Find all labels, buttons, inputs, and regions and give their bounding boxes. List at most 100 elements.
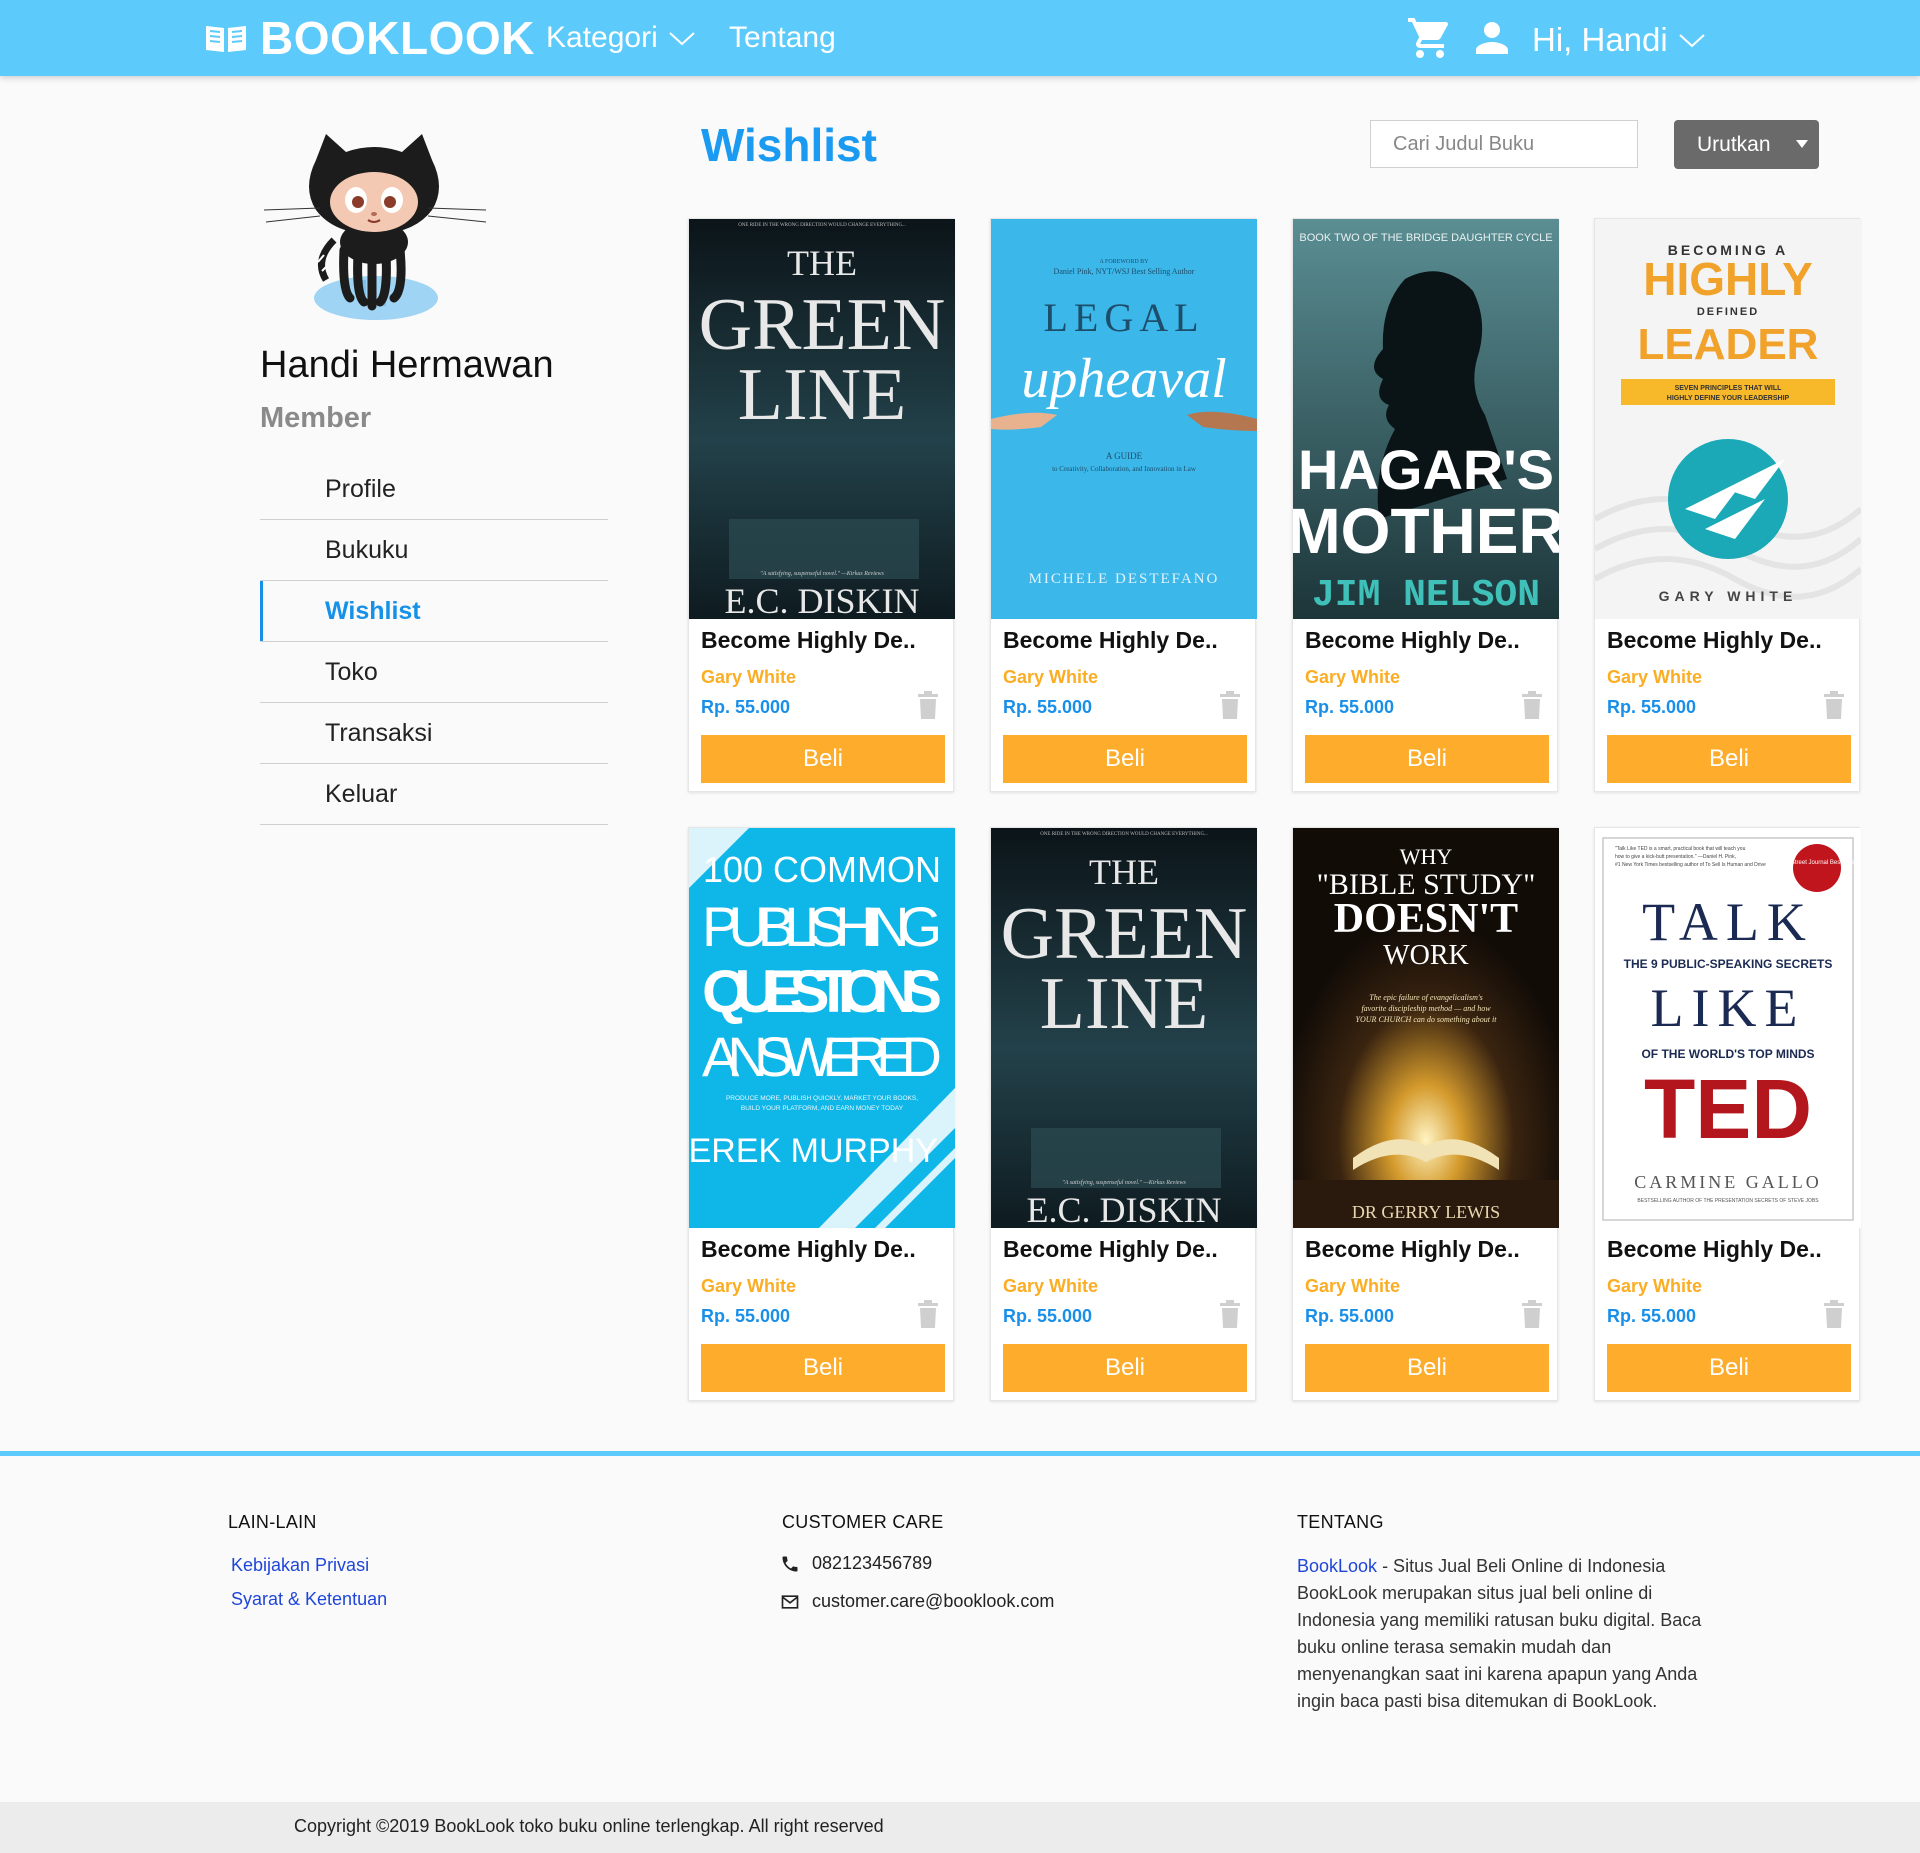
nav-kategori[interactable]: Kategori xyxy=(546,20,696,56)
cover-text: WHY xyxy=(1400,844,1453,869)
cover-text: LINE xyxy=(738,354,907,436)
cart-icon[interactable] xyxy=(1406,14,1454,62)
sort-dropdown[interactable]: Urutkan xyxy=(1674,120,1819,169)
buy-button[interactable]: Beli xyxy=(1607,1344,1851,1392)
buy-button[interactable]: Beli xyxy=(1305,735,1549,783)
sidebar-item-keluar[interactable]: Keluar xyxy=(260,764,608,825)
sidebar-item-toko[interactable]: Toko xyxy=(260,642,608,703)
book-title[interactable]: Become Highly De.. xyxy=(701,1236,916,1263)
trash-icon[interactable] xyxy=(1521,691,1543,719)
book-author: Gary White xyxy=(1305,667,1401,687)
book-cover[interactable]: BECOMING A HIGHLY DEFINED LEADER SEVEN P… xyxy=(1595,219,1861,619)
cover-text: DOESN'T xyxy=(1334,896,1518,942)
book-card: ONE RIDE IN THE WRONG DIRECTION WOULD CH… xyxy=(688,218,955,792)
user-role: Member xyxy=(260,402,372,434)
sidebar-item-transaksi[interactable]: Transaksi xyxy=(260,703,608,764)
book-title[interactable]: Become Highly De.. xyxy=(1003,1236,1218,1263)
cover-text: WORK xyxy=(1383,940,1469,971)
book-price: Rp. 55.000 xyxy=(1607,697,1697,717)
cover-text: HAGAR'S xyxy=(1298,438,1554,501)
book-cover[interactable]: WHY "BIBLE STUDY" DOESN'T WORK The epic … xyxy=(1293,828,1559,1228)
cover-text: ANSWERED xyxy=(702,1025,942,1088)
contact-email-text: customer.care@booklook.com xyxy=(812,1591,1055,1611)
trash-icon[interactable] xyxy=(917,691,939,719)
sidebar-menu: Profile Bukuku Wishlist Toko Transaksi K… xyxy=(260,459,608,825)
book-author: Gary White xyxy=(701,667,797,687)
book-cover[interactable]: A FOREWORD BY Daniel Pink, NYT/WSJ Best … xyxy=(991,219,1257,619)
sidebar-item-wishlist[interactable]: Wishlist xyxy=(260,581,608,642)
open-book-icon xyxy=(206,26,246,52)
cover-text: JIM NELSON xyxy=(1312,574,1540,617)
cover-text: A FOREWORD BY xyxy=(1099,259,1149,265)
book-cover[interactable]: 100 COMMON PUBLISHING QUESTIONS ANSWERED… xyxy=(689,828,955,1228)
book-title[interactable]: Become Highly De.. xyxy=(1305,1236,1520,1263)
about-brand-link[interactable]: BookLook xyxy=(1297,1556,1377,1576)
buy-button[interactable]: Beli xyxy=(701,1344,945,1392)
cover-text: E.C. DISKIN xyxy=(1027,1190,1222,1228)
cover-text: CARMINE GALLO xyxy=(1634,1172,1822,1192)
cover-text: LINE xyxy=(1040,963,1209,1045)
buy-button[interactable]: Beli xyxy=(1607,735,1851,783)
cover-text: Daniel Pink, NYT/WSJ Best Selling Author xyxy=(1054,267,1195,276)
contact-phone[interactable]: 082123456789 xyxy=(780,1553,932,1574)
footer-heading-lain-lain: LAIN-LAIN xyxy=(228,1512,317,1532)
book-card: BECOMING A HIGHLY DEFINED LEADER SEVEN P… xyxy=(1594,218,1861,792)
user-menu[interactable]: Hi, Handi xyxy=(1532,20,1706,60)
cover-text: "Talk Like TED is a smart, practical boo… xyxy=(1615,846,1746,852)
book-cover[interactable]: ONE RIDE IN THE WRONG DIRECTION WOULD CH… xyxy=(689,219,955,619)
cover-text: "A satisfying, suspenseful novel." —Kirk… xyxy=(1062,1179,1186,1186)
cover-text: to Creativity, Collaboration, and Innova… xyxy=(1052,465,1197,473)
contact-email[interactable]: customer.care@booklook.com xyxy=(780,1591,1054,1612)
buy-button[interactable]: Beli xyxy=(1305,1344,1549,1392)
trash-icon[interactable] xyxy=(1823,691,1845,719)
book-title[interactable]: Become Highly De.. xyxy=(1607,1236,1822,1263)
cover-text: favorite discipleship method — and how xyxy=(1361,1004,1491,1013)
contact-phone-text: 082123456789 xyxy=(812,1553,933,1573)
book-cover[interactable]: ONE RIDE IN THE WRONG DIRECTION WOULD CH… xyxy=(991,828,1257,1228)
cover-text: PRODUCE MORE, PUBLISH QUICKLY, MARKET YO… xyxy=(726,1095,918,1102)
book-card: A FOREWORD BY Daniel Pink, NYT/WSJ Best … xyxy=(990,218,1257,792)
book-cover[interactable]: BOOK TWO OF THE BRIDGE DAUGHTER CYCLE HA… xyxy=(1293,219,1559,619)
octocat-avatar xyxy=(264,134,487,320)
nav-kategori-label: Kategori xyxy=(546,21,658,54)
brand-logo[interactable]: BOOKLOOK xyxy=(204,12,535,64)
cover-text: 100 COMMON xyxy=(703,849,941,890)
buy-button[interactable]: Beli xyxy=(701,735,945,783)
book-title[interactable]: Become Highly De.. xyxy=(1305,627,1520,654)
book-author: Gary White xyxy=(1003,667,1099,687)
buy-button[interactable]: Beli xyxy=(1003,1344,1247,1392)
link-syarat-ketentuan[interactable]: Syarat & Ketentuan xyxy=(231,1589,387,1610)
link-kebijakan-privasi[interactable]: Kebijakan Privasi xyxy=(231,1555,369,1576)
cover-text: E.C. DISKIN xyxy=(725,581,920,619)
user-icon[interactable] xyxy=(1468,14,1516,62)
book-cover[interactable]: Wall Street Journal Bestseller "Talk Lik… xyxy=(1595,828,1861,1228)
trash-icon[interactable] xyxy=(1219,1300,1241,1328)
book-title[interactable]: Become Highly De.. xyxy=(1003,627,1218,654)
copyright-text: Copyright ©2019 BookLook toko buku onlin… xyxy=(294,1816,884,1836)
cover-text: how to give a kick-butt presentation." —… xyxy=(1615,854,1736,860)
book-title[interactable]: Become Highly De.. xyxy=(701,627,916,654)
trash-icon[interactable] xyxy=(1521,1300,1543,1328)
trash-icon[interactable] xyxy=(917,1300,939,1328)
sidebar-item-bukuku[interactable]: Bukuku xyxy=(260,520,608,581)
book-author: Gary White xyxy=(701,1276,797,1296)
brand-name: BOOKLOOK xyxy=(260,12,535,64)
nav-tentang-label: Tentang xyxy=(729,21,836,54)
cover-text: LEGAL xyxy=(1043,295,1204,340)
book-price: Rp. 55.000 xyxy=(701,697,791,717)
book-author: Gary White xyxy=(1607,1276,1703,1296)
footer-divider xyxy=(0,1451,1920,1456)
trash-icon[interactable] xyxy=(1219,691,1241,719)
buy-button[interactable]: Beli xyxy=(1003,735,1247,783)
page-title: Wishlist xyxy=(701,119,877,171)
nav-tentang[interactable]: Tentang xyxy=(729,20,836,56)
cover-text: THE 9 PUBLIC-SPEAKING SECRETS xyxy=(1624,957,1833,971)
cover-text: DEREK MURPHY xyxy=(689,1132,938,1170)
cover-text: Wall Street Journal Bestseller xyxy=(1778,860,1856,866)
footer-heading-tentang: TENTANG xyxy=(1297,1512,1384,1532)
cover-text: HIGHLY xyxy=(1643,253,1813,305)
sidebar-item-profile[interactable]: Profile xyxy=(260,459,608,520)
search-input[interactable] xyxy=(1370,120,1638,168)
book-title[interactable]: Become Highly De.. xyxy=(1607,627,1822,654)
trash-icon[interactable] xyxy=(1823,1300,1845,1328)
